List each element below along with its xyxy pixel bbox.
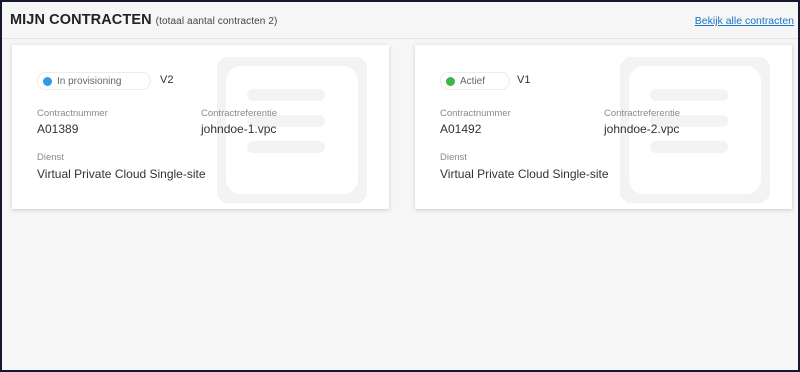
contract-number-label: Contractnummer (37, 108, 108, 119)
status-badge: Actief (440, 72, 510, 90)
contract-count: (totaal aantal contracten 2) (155, 16, 278, 27)
contract-number-value: A01389 (37, 122, 79, 136)
contract-reference-value: johndoe-1.vpc (201, 122, 277, 136)
service-value: Virtual Private Cloud Single-site (37, 167, 206, 181)
contract-reference-label: Contractreferentie (604, 108, 681, 119)
contract-card[interactable]: In provisioning V2 Contractnummer A01389… (12, 45, 389, 209)
status-badge: In provisioning (37, 72, 151, 90)
widget-header: MIJN CONTRACTEN (totaal aantal contracten… (2, 2, 798, 39)
service-value: Virtual Private Cloud Single-site (440, 167, 609, 181)
title-text: MIJN CONTRACTEN (10, 12, 152, 28)
status-label: In provisioning (57, 75, 122, 87)
contract-reference-value: johndoe-2.vpc (604, 122, 680, 136)
contract-reference-label: Contractreferentie (201, 108, 278, 119)
service-label: Dienst (440, 152, 467, 163)
contract-number-value: A01492 (440, 122, 482, 136)
service-label: Dienst (37, 152, 64, 163)
version-label: V2 (160, 74, 174, 86)
view-all-contracts-link[interactable]: Bekijk alle contracten (695, 15, 794, 27)
version-label: V1 (517, 74, 531, 86)
contract-number-label: Contractnummer (440, 108, 511, 119)
status-dot (43, 76, 52, 86)
contract-card[interactable]: Actief V1 Contractnummer A01492 Contract… (415, 45, 792, 209)
contracts-widget: MIJN CONTRACTEN (totaal aantal contracten… (0, 0, 800, 372)
status-dot (446, 76, 455, 86)
widget-title: MIJN CONTRACTEN (totaal aantal contracten… (10, 12, 277, 28)
status-label: Actief (460, 75, 486, 87)
